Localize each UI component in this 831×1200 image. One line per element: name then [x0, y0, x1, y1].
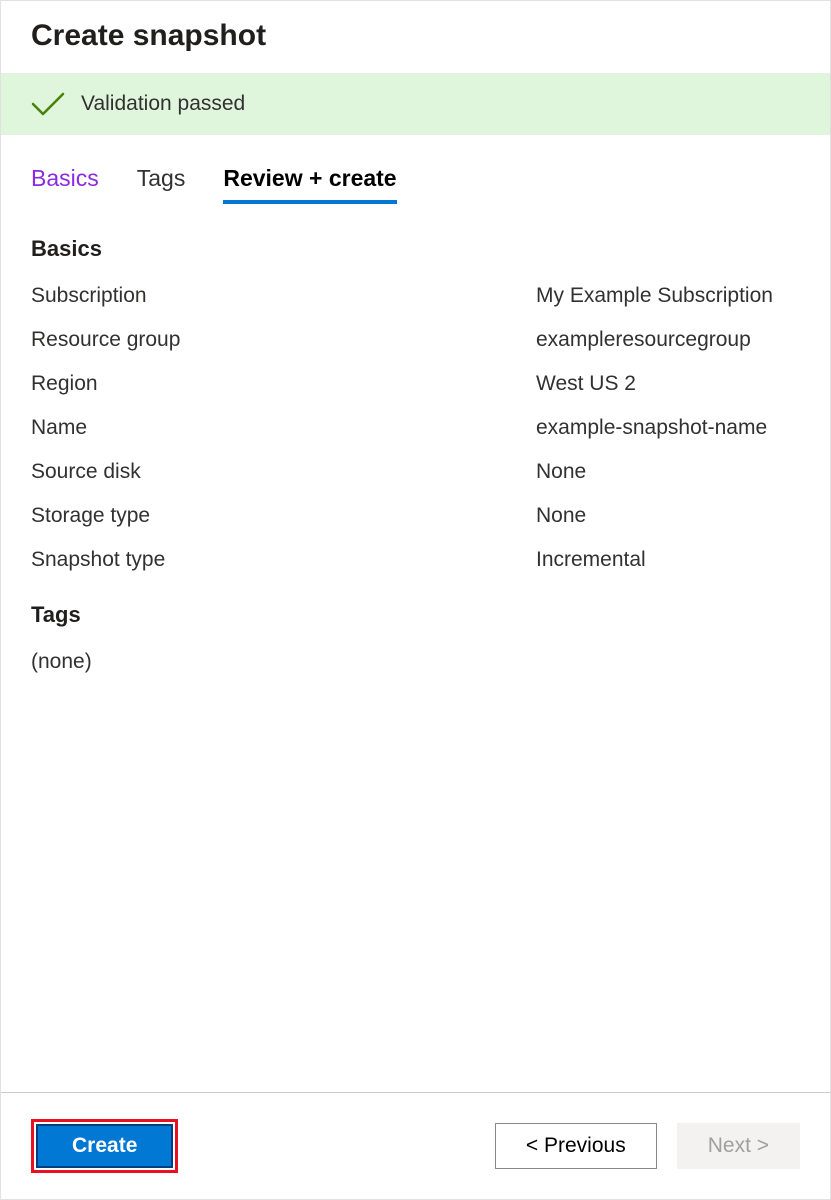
row-snapshot-type: Snapshot type Incremental: [31, 548, 800, 572]
row-region: Region West US 2: [31, 372, 800, 396]
tab-basics[interactable]: Basics: [31, 165, 99, 204]
value-subscription: My Example Subscription: [536, 284, 773, 308]
tags-none-text: (none): [31, 650, 800, 674]
page-title: Create snapshot: [31, 19, 800, 53]
checkmark-icon: [31, 91, 65, 117]
validation-banner: Validation passed: [1, 73, 830, 135]
label-source-disk: Source disk: [31, 460, 536, 484]
tab-review-create[interactable]: Review + create: [223, 165, 396, 204]
label-region: Region: [31, 372, 536, 396]
value-snapshot-type: Incremental: [536, 548, 646, 572]
section-heading-tags: Tags: [31, 602, 800, 628]
row-name: Name example-snapshot-name: [31, 416, 800, 440]
label-snapshot-type: Snapshot type: [31, 548, 536, 572]
row-source-disk: Source disk None: [31, 460, 800, 484]
footer-left: Create: [31, 1119, 178, 1173]
row-subscription: Subscription My Example Subscription: [31, 284, 800, 308]
value-resource-group: exampleresourcegroup: [536, 328, 751, 352]
tab-tags[interactable]: Tags: [137, 165, 186, 204]
value-name: example-snapshot-name: [536, 416, 767, 440]
create-button-highlight: Create: [31, 1119, 178, 1173]
value-source-disk: None: [536, 460, 586, 484]
create-button[interactable]: Create: [36, 1124, 173, 1168]
content-area: Basics Tags Review + create Basics Subsc…: [1, 135, 830, 1092]
next-button: Next >: [677, 1123, 800, 1169]
footer-right: < Previous Next >: [495, 1123, 800, 1169]
row-storage-type: Storage type None: [31, 504, 800, 528]
row-resource-group: Resource group exampleresourcegroup: [31, 328, 800, 352]
section-heading-basics: Basics: [31, 236, 800, 262]
label-name: Name: [31, 416, 536, 440]
label-resource-group: Resource group: [31, 328, 536, 352]
previous-button[interactable]: < Previous: [495, 1123, 657, 1169]
page-header: Create snapshot: [1, 1, 830, 63]
label-storage-type: Storage type: [31, 504, 536, 528]
validation-message: Validation passed: [81, 92, 245, 116]
value-region: West US 2: [536, 372, 636, 396]
value-storage-type: None: [536, 504, 586, 528]
tabs-bar: Basics Tags Review + create: [31, 165, 800, 204]
label-subscription: Subscription: [31, 284, 536, 308]
footer-bar: Create < Previous Next >: [1, 1092, 830, 1199]
